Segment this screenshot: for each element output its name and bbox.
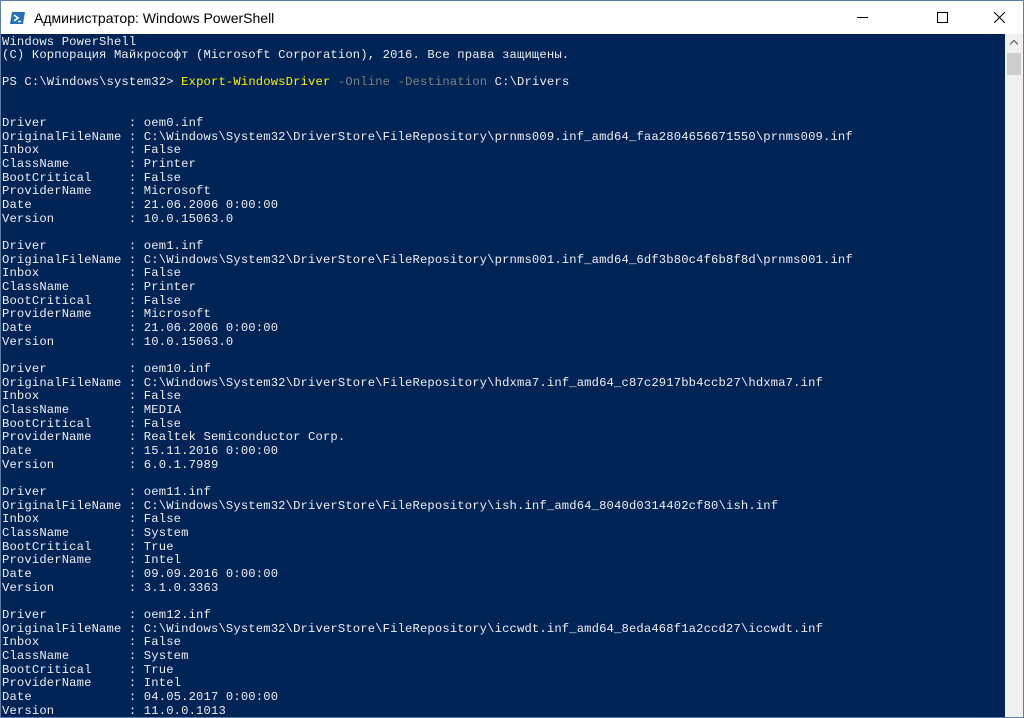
record-driver: Driver : oem1.inf (2, 239, 204, 253)
record-classname: ClassName : System (2, 526, 189, 540)
record-inbox: Inbox : False (2, 389, 182, 403)
scroll-up-button[interactable] (1005, 34, 1023, 51)
record-bootcritical: BootCritical : False (2, 294, 182, 308)
record-classname: ClassName : Printer (2, 157, 197, 171)
record-inbox: Inbox : False (2, 266, 182, 280)
powershell-window: Администратор: Windows PowerShell Window… (0, 0, 1024, 718)
record-version: Version : 10.0.15063.0 (2, 335, 234, 349)
record-driver: Driver : oem12.inf (2, 608, 211, 622)
record-classname: ClassName : System (2, 649, 189, 663)
record-bootcritical: BootCritical : False (2, 171, 182, 185)
record-provider: ProviderName : Microsoft (2, 184, 211, 198)
record-inbox: Inbox : False (2, 512, 182, 526)
record-classname: ClassName : MEDIA (2, 403, 182, 417)
record-inbox: Inbox : False (2, 143, 182, 157)
maximize-button[interactable] (919, 1, 965, 34)
record-version: Version : 3.1.0.3363 (2, 581, 219, 595)
record-provider: ProviderName : Realtek Semiconductor Cor… (2, 430, 346, 444)
record-version: Version : 6.0.1.7989 (2, 458, 219, 472)
record-original-file: OriginalFileName : C:\Windows\System32\D… (2, 253, 853, 267)
record-date: Date : 04.05.2017 0:00:00 (2, 690, 279, 704)
close-button[interactable] (976, 1, 1022, 34)
record-inbox: Inbox : False (2, 635, 182, 649)
powershell-icon (10, 10, 26, 26)
record-version: Version : 10.0.15063.0 (2, 212, 234, 226)
record-provider: ProviderName : Intel (2, 676, 182, 690)
destination-argument: C:\Drivers (494, 75, 570, 89)
minimize-button[interactable] (839, 1, 885, 34)
record-provider: ProviderName : Microsoft (2, 307, 211, 321)
record-classname: ClassName : Printer (2, 280, 197, 294)
record-original-file: OriginalFileName : C:\Windows\System32\D… (2, 130, 853, 144)
record-bootcritical: BootCritical : True (2, 540, 174, 554)
prompt-line: PS C:\Windows\system32> Export-WindowsDr… (2, 75, 569, 89)
param-destination: -Destination (397, 75, 488, 89)
record-date: Date : 09.09.2016 0:00:00 (2, 567, 279, 581)
record-bootcritical: BootCritical : False (2, 417, 182, 431)
banner-line: Windows PowerShell (2, 35, 137, 49)
record-bootcritical: BootCritical : True (2, 663, 174, 677)
maximize-icon (937, 12, 948, 23)
record-driver: Driver : oem10.inf (2, 362, 211, 376)
vertical-scrollbar[interactable] (1005, 34, 1023, 717)
record-driver: Driver : oem11.inf (2, 485, 211, 499)
chevron-up-icon (1010, 40, 1018, 45)
record-driver: Driver : oem0.inf (2, 116, 204, 130)
command-name: Export-WindowsDriver (181, 75, 331, 89)
close-icon (994, 12, 1005, 23)
minimize-icon (857, 17, 868, 18)
record-provider: ProviderName : Intel (2, 553, 182, 567)
scrollbar-thumb[interactable] (1007, 53, 1021, 75)
title-bar[interactable]: Администратор: Windows PowerShell (1, 1, 1023, 34)
record-original-file: OriginalFileName : C:\Windows\System32\D… (2, 499, 779, 513)
record-version: Version : 11.0.0.1013 (2, 704, 226, 717)
record-original-file: OriginalFileName : C:\Windows\System32\D… (2, 376, 824, 390)
window-title: Администратор: Windows PowerShell (34, 10, 275, 26)
console-output[interactable]: Windows PowerShell (C) Корпорация Майкро… (1, 34, 1005, 717)
prompt-path: PS C:\Windows\system32> (2, 75, 182, 89)
record-date: Date : 21.06.2006 0:00:00 (2, 321, 279, 335)
record-date: Date : 21.06.2006 0:00:00 (2, 198, 279, 212)
record-date: Date : 15.11.2016 0:00:00 (2, 444, 279, 458)
param-online: -Online (337, 75, 391, 89)
record-original-file: OriginalFileName : C:\Windows\System32\D… (2, 622, 824, 636)
copyright-line: (C) Корпорация Майкрософт (Microsoft Cor… (2, 48, 570, 62)
